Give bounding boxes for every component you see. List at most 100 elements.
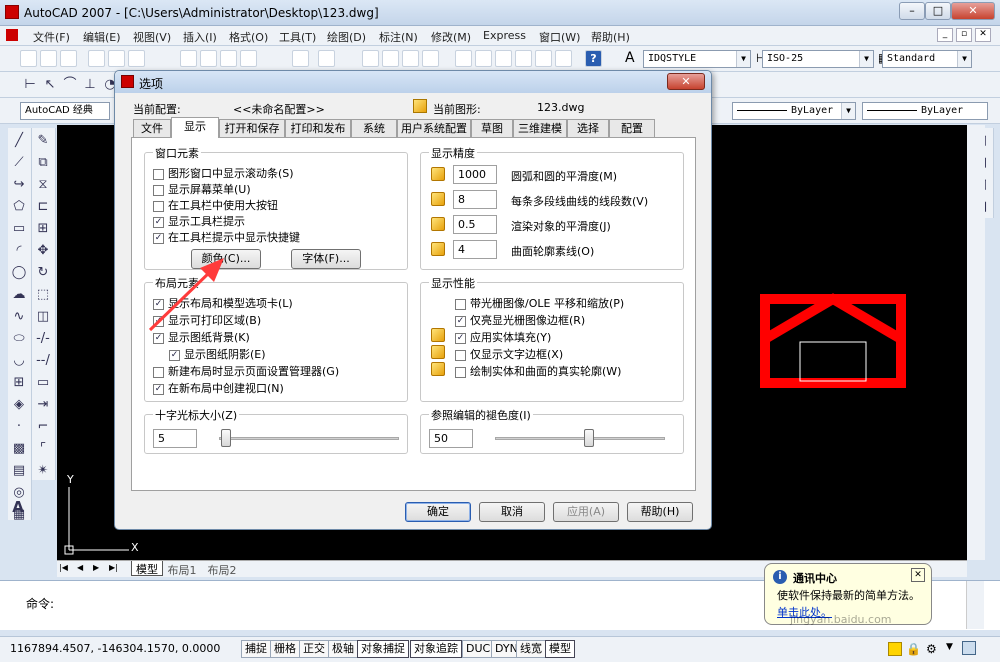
spline-icon[interactable]: ∿: [9, 308, 29, 326]
checkbox-raster-frame[interactable]: ✓ 仅亮显光栅图像边框(R): [455, 312, 585, 328]
workspace-select[interactable]: AutoCAD 经典: [20, 102, 110, 120]
gradient-icon[interactable]: ▤: [9, 462, 29, 480]
zoom-window-icon[interactable]: [402, 50, 419, 67]
dim-style-select[interactable]: ISO-25 ▼: [762, 50, 874, 68]
lineweight-select[interactable]: ByLayer: [862, 102, 988, 120]
white-rectangle[interactable]: [799, 341, 867, 382]
cut-icon[interactable]: [180, 50, 197, 67]
preview-icon[interactable]: [108, 50, 125, 67]
xref-fade-slider-track[interactable]: [495, 437, 665, 440]
doc-close-button[interactable]: ✕: [975, 28, 991, 42]
calculator-icon[interactable]: [555, 50, 572, 67]
array-icon[interactable]: ⊞: [33, 220, 53, 238]
paste-icon[interactable]: [220, 50, 237, 67]
sheetset-icon[interactable]: [515, 50, 532, 67]
menu-dimension[interactable]: 标注(N): [379, 29, 418, 45]
coordinates-display[interactable]: 1167894.4507, -146304.1570, 0.0000: [10, 642, 220, 655]
menu-express[interactable]: Express: [483, 29, 526, 42]
aligned-dim-icon[interactable]: ↖: [40, 76, 60, 94]
open-icon[interactable]: [40, 50, 57, 67]
checkbox-paper-shadow[interactable]: ✓ 显示图纸阴影(E): [169, 346, 266, 362]
join-icon[interactable]: ⇥: [33, 396, 53, 414]
lock-icon[interactable]: 🔒: [906, 642, 921, 656]
toggle-otrack[interactable]: 对象追踪: [410, 640, 462, 658]
tab-display[interactable]: 显示: [171, 117, 219, 138]
polyline-segments-input[interactable]: 8: [453, 190, 497, 209]
line-icon[interactable]: ╱: [9, 132, 29, 150]
tab-profiles[interactable]: 配置: [609, 119, 655, 137]
explode-icon[interactable]: ✴: [33, 462, 53, 480]
ordinate-icon[interactable]: ⊥: [80, 76, 100, 94]
fillet-icon[interactable]: ⌜: [33, 440, 53, 458]
toggle-model[interactable]: 模型: [545, 640, 575, 658]
tab-plot-publish[interactable]: 打印和发布: [285, 119, 351, 137]
tab-files[interactable]: 文件: [133, 119, 171, 137]
menu-draw[interactable]: 绘图(D): [327, 29, 366, 45]
make-block-icon[interactable]: ◈: [9, 396, 29, 414]
checkbox-solid-fill[interactable]: ✓ 应用实体填充(Y): [455, 329, 551, 345]
menu-edit[interactable]: 编辑(E): [83, 29, 121, 45]
toggle-lineweight[interactable]: 线宽: [516, 640, 546, 658]
command-scrollbar[interactable]: [966, 581, 984, 629]
circle-icon[interactable]: ◯: [9, 264, 29, 282]
table-style-select[interactable]: Standard ▼: [882, 50, 972, 68]
erase-icon[interactable]: ✎: [33, 132, 53, 150]
tab-selection[interactable]: 选择: [567, 119, 609, 137]
apply-button[interactable]: 应用(A): [553, 502, 619, 522]
tab-prev-icon[interactable]: ◀: [77, 563, 83, 572]
toggle-snap[interactable]: 捕捉: [241, 640, 271, 658]
doc-restore-button[interactable]: ▫: [956, 28, 972, 42]
trim-icon[interactable]: -/-: [33, 330, 53, 348]
tab-layout2[interactable]: 布局2: [203, 562, 241, 578]
dialog-title-bar[interactable]: 选项 ✕: [115, 71, 711, 93]
tab-next-icon[interactable]: ▶: [93, 563, 99, 572]
properties-icon[interactable]: [455, 50, 472, 67]
red-roof[interactable]: [762, 293, 904, 344]
close-button[interactable]: ✕: [951, 2, 995, 20]
extend-icon[interactable]: --/: [33, 352, 53, 370]
comm-center-icon[interactable]: [888, 642, 902, 656]
red-rectangle[interactable]: [760, 294, 906, 388]
menu-file[interactable]: 文件(F): [33, 29, 70, 45]
menu-modify[interactable]: 修改(M): [431, 29, 471, 45]
tab-open-save[interactable]: 打开和保存: [219, 119, 285, 137]
statusbar-menu-icon[interactable]: ▼: [946, 642, 953, 652]
point-icon[interactable]: ·: [9, 418, 29, 436]
minimize-button[interactable]: –: [899, 2, 925, 20]
save-icon[interactable]: [60, 50, 77, 67]
zoom-realtime-icon[interactable]: [382, 50, 399, 67]
arc-length-icon[interactable]: ⌒: [60, 76, 80, 94]
hatch-icon[interactable]: ▩: [9, 440, 29, 458]
contour-lines-input[interactable]: 4: [453, 240, 497, 259]
ok-button[interactable]: 确定: [405, 502, 471, 522]
copy-object-icon[interactable]: ⧉: [33, 154, 53, 172]
vertical-scrollbar[interactable]: [967, 125, 985, 560]
balloon-close-icon[interactable]: ✕: [911, 568, 925, 582]
crosshair-slider-thumb[interactable]: [221, 429, 232, 447]
tab-first-icon[interactable]: |◀: [59, 563, 68, 572]
fonts-button[interactable]: 字体(F)...: [291, 249, 361, 269]
stretch-icon[interactable]: ◫: [33, 308, 53, 326]
arc-icon[interactable]: ◜: [9, 242, 29, 260]
polyline-icon[interactable]: ↪: [9, 176, 29, 194]
redo-icon[interactable]: [318, 50, 335, 67]
checkbox-large-buttons[interactable]: 在工具栏中使用大按钮: [153, 197, 278, 213]
checkbox-raster-pan-zoom[interactable]: 带光栅图像/OLE 平移和缩放(P): [455, 295, 624, 311]
insert-block-icon[interactable]: ⊞: [9, 374, 29, 392]
ellipse-arc-icon[interactable]: ◡: [9, 352, 29, 370]
mirror-icon[interactable]: ⧖: [33, 176, 53, 194]
menu-help[interactable]: 帮助(H): [591, 29, 630, 45]
clean-screen-icon[interactable]: [962, 641, 976, 655]
menu-view[interactable]: 视图(V): [133, 29, 171, 45]
tab-model[interactable]: 模型: [131, 561, 163, 576]
revcloud-icon[interactable]: ☁: [9, 286, 29, 304]
toggle-grid[interactable]: 栅格: [270, 640, 300, 658]
help-icon[interactable]: ?: [585, 50, 602, 67]
toggle-ortho[interactable]: 正交: [299, 640, 329, 658]
linetype-select[interactable]: ByLayer ▼: [732, 102, 856, 120]
checkbox-page-setup-manager[interactable]: 新建布局时显示页面设置管理器(G): [153, 363, 339, 379]
tab-user-preferences[interactable]: 用户系统配置: [397, 119, 471, 137]
xref-fade-slider-thumb[interactable]: [584, 429, 595, 447]
toggle-polar[interactable]: 极轴: [328, 640, 358, 658]
crosshair-slider-track[interactable]: [219, 437, 399, 440]
